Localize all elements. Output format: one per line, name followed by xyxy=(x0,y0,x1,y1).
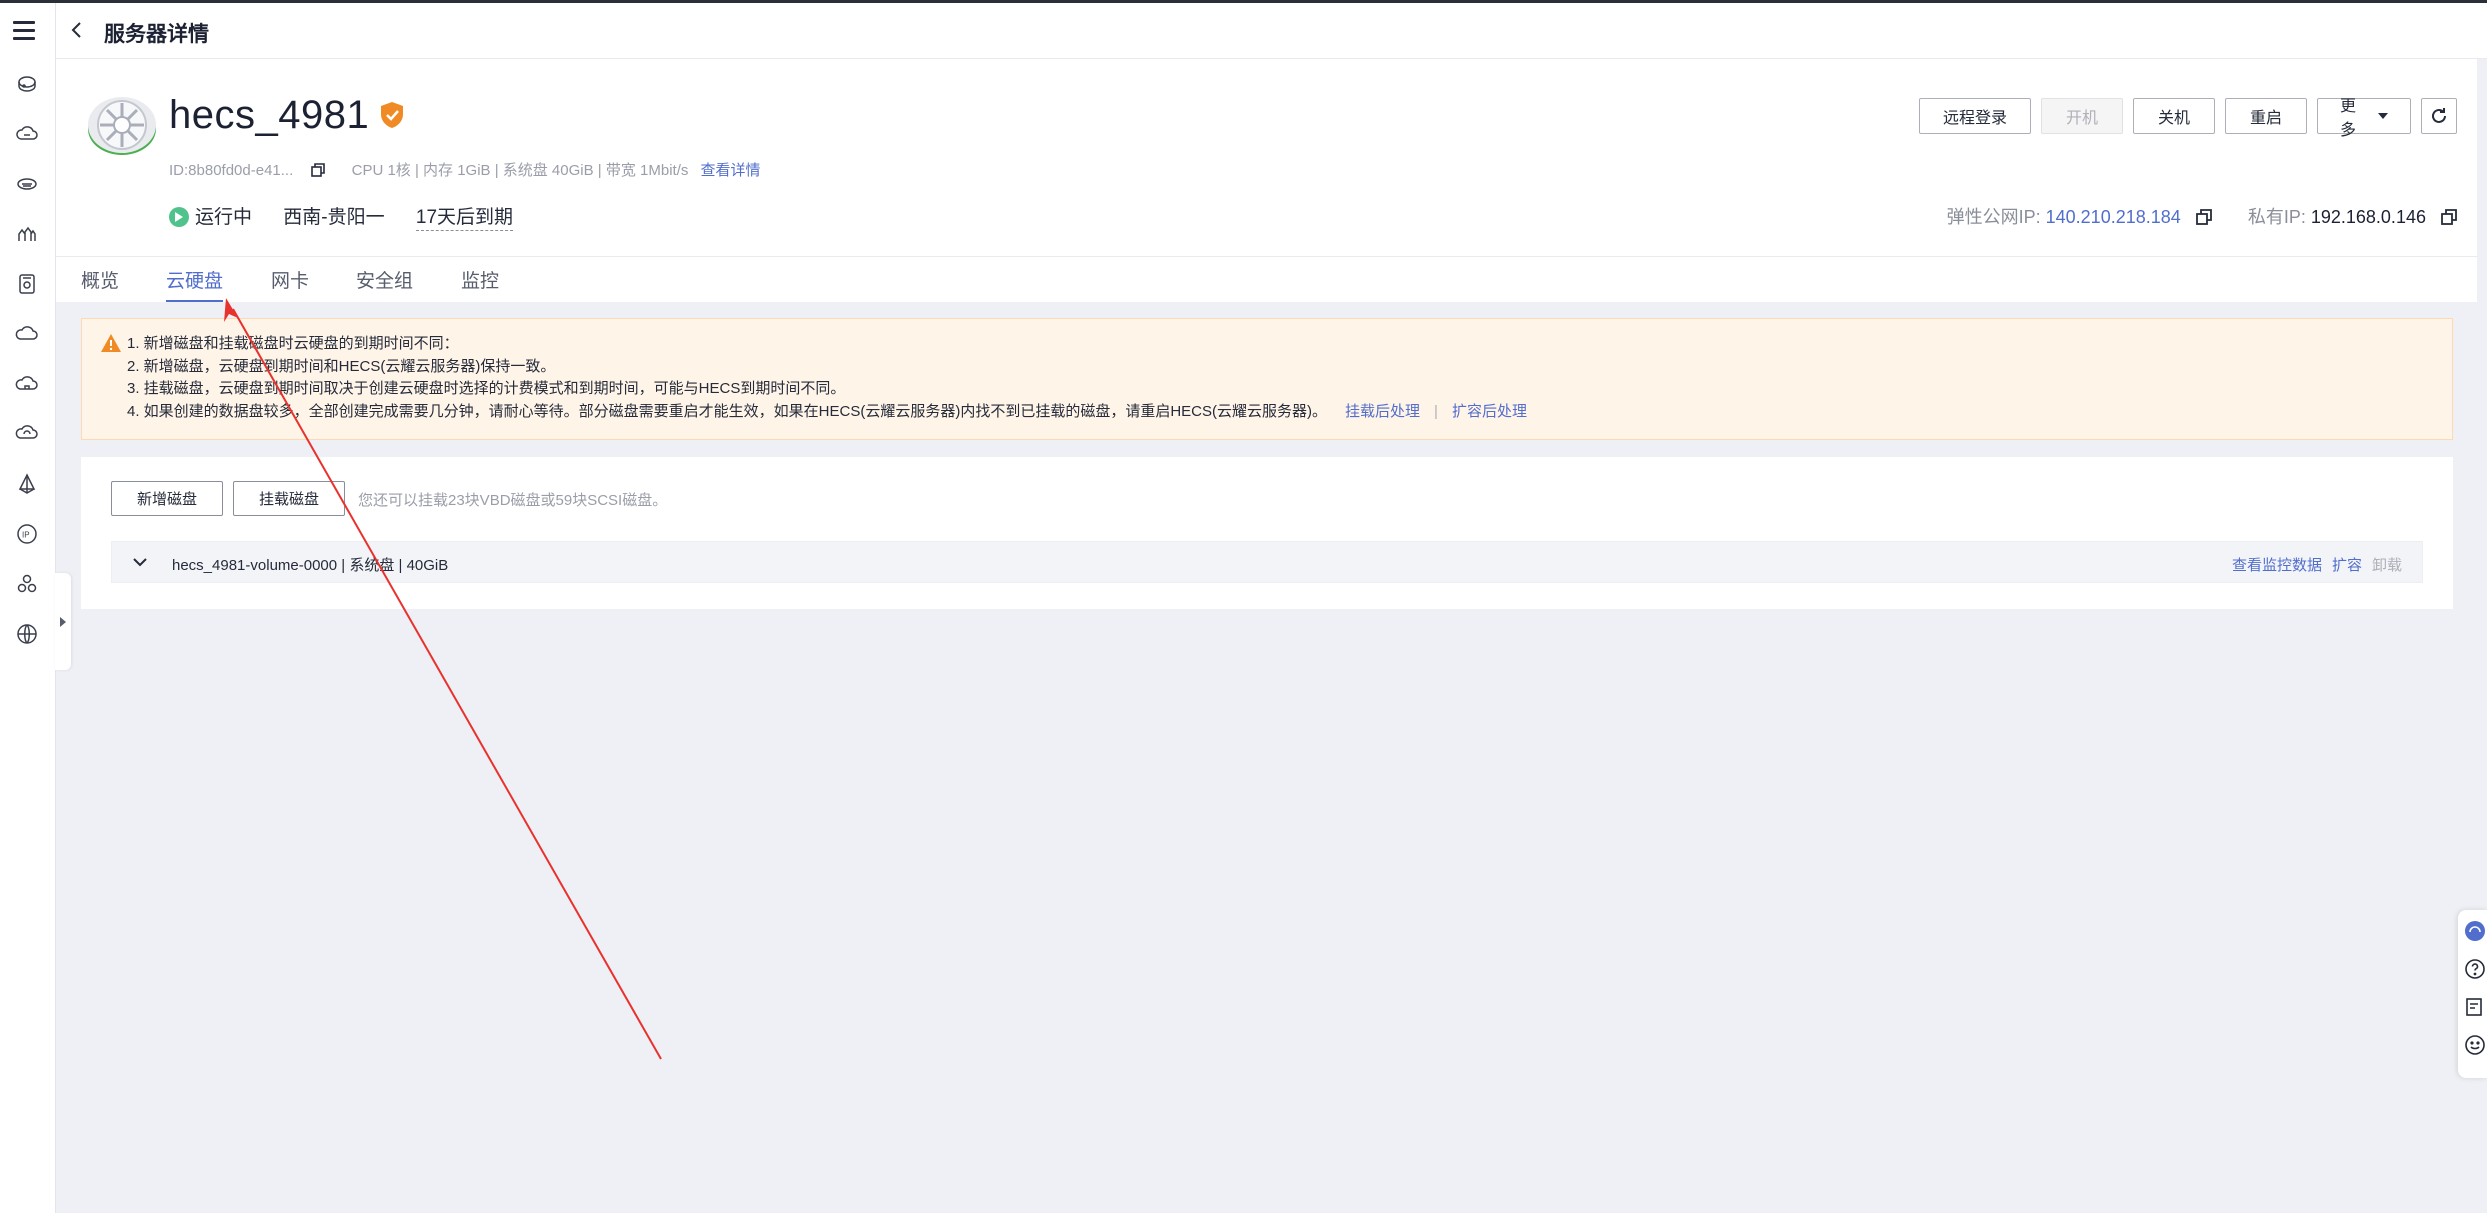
after-mount-link[interactable]: 挂载后处理 xyxy=(1345,403,1420,420)
link-separator: | xyxy=(1434,402,1438,420)
tab-overview[interactable]: 概览 xyxy=(81,266,119,300)
copy-icon[interactable] xyxy=(311,163,326,177)
ip-info: 弹性公网IP: 140.210.218.184 私有IP: 192.168.0.… xyxy=(1947,203,2457,229)
running-status-icon xyxy=(169,207,189,227)
notice-line: 1. 新增磁盘和挂载磁盘时云硬盘的到期时间不同： xyxy=(127,335,459,352)
public-ip-value[interactable]: 140.210.218.184 xyxy=(2046,207,2181,227)
server-id: ID:8b80fd0d-e41... xyxy=(169,162,294,179)
page-header: 服务器详情 xyxy=(56,3,2487,59)
view-details-link[interactable]: 查看详情 xyxy=(701,162,761,179)
cluster-icon[interactable] xyxy=(14,221,40,247)
copy-private-ip-icon[interactable] xyxy=(2441,209,2457,225)
restart-button[interactable]: 重启 xyxy=(2225,98,2307,134)
disk-row-actions: 查看监控数据 扩容 卸载 xyxy=(2222,554,2402,575)
refresh-button[interactable] xyxy=(2421,98,2457,134)
notice-line-with-links: 4. 如果创建的数据盘较多，全部创建完成需要几分钟，请耐心等待。部分磁盘需要重启… xyxy=(127,401,1527,424)
smile-icon[interactable] xyxy=(2464,1034,2486,1056)
detail-tabs: 概览 云硬盘 网卡 安全组 监控 xyxy=(56,256,2477,302)
customer-service-icon[interactable] xyxy=(2464,920,2486,942)
disk-notice-banner: 1. 新增磁盘和挂载磁盘时云硬盘的到期时间不同： 2. 新增磁盘，云硬盘到期时间… xyxy=(81,318,2453,440)
caret-down-icon xyxy=(2378,113,2388,119)
cloud-outline-icon[interactable] xyxy=(14,321,40,347)
left-nav-rail: IP xyxy=(0,3,56,1213)
notice-line: 3. 挂载磁盘，云硬盘到期时间取决于创建云硬盘时选择的计费模式和到期时间，可能与… xyxy=(127,380,846,397)
status-text: 运行中 xyxy=(195,207,253,228)
chevron-down-icon[interactable] xyxy=(132,554,148,570)
server-logo-icon xyxy=(86,89,158,157)
cloud-home-icon[interactable] xyxy=(14,371,40,397)
server-specs: CPU 1核 | 内存 1GiB | 系统盘 40GiB | 带宽 1Mbit/… xyxy=(351,162,689,179)
region-text: 西南-贵阳一 xyxy=(283,207,385,228)
disk-row[interactable]: hecs_4981-volume-0000 | 系统盘 | 40GiB 查看监控… xyxy=(111,541,2423,583)
storage-icon[interactable] xyxy=(14,271,40,297)
chevron-left-icon[interactable] xyxy=(68,19,88,43)
cloud-icon[interactable] xyxy=(14,121,40,147)
more-dropdown[interactable]: 更多 xyxy=(2317,98,2411,139)
svg-text:IP: IP xyxy=(22,531,30,540)
private-ip-value: 192.168.0.146 xyxy=(2310,207,2426,227)
attach-hint: 您还可以挂载23块VBD磁盘或59块SCSI磁盘。 xyxy=(358,492,668,509)
notice-text: 1. 新增磁盘和挂载磁盘时云硬盘的到期时间不同： 2. 新增磁盘，云硬盘到期时间… xyxy=(127,333,1527,423)
after-expand-link[interactable]: 扩容后处理 xyxy=(1452,403,1527,420)
refresh-icon xyxy=(2432,108,2446,123)
database-icon[interactable] xyxy=(14,171,40,197)
view-monitoring-link[interactable]: 查看监控数据 xyxy=(2232,557,2322,574)
floating-toolbar xyxy=(2458,910,2487,1078)
tab-security-group[interactable]: 安全组 xyxy=(356,266,413,300)
feedback-icon[interactable] xyxy=(2464,996,2486,1018)
cloud-server-icon[interactable] xyxy=(14,71,40,97)
disk-name: hecs_4981-volume-0000 | 系统盘 | 40GiB xyxy=(172,557,449,574)
warning-icon xyxy=(100,333,122,353)
notice-line: 2. 新增磁盘，云硬盘到期时间和HECS(云耀云服务器)保持一致。 xyxy=(127,357,556,375)
power-on-button[interactable]: 开机 xyxy=(2041,98,2123,134)
copy-public-ip-icon[interactable] xyxy=(2195,209,2212,225)
ip-icon[interactable]: IP xyxy=(14,521,40,547)
detach-link[interactable]: 卸载 xyxy=(2372,557,2402,574)
deploy-icon[interactable] xyxy=(14,471,40,497)
server-meta-line: ID:8b80fd0d-e41... CPU 1核 | 内存 1GiB | 系统… xyxy=(169,159,761,180)
action-toolbar: 远程登录 开机 关机 重启 更多 xyxy=(1919,98,2457,139)
expiry-text[interactable]: 17天后到期 xyxy=(415,207,514,231)
help-icon[interactable] xyxy=(2464,958,2486,980)
public-ip-label: 弹性公网IP: xyxy=(1946,207,2041,227)
server-summary-card: hecs_4981 ID:8b80fd0d-e41... CPU 1核 | 内存… xyxy=(56,59,2477,256)
private-ip-label: 私有IP: xyxy=(2247,207,2306,227)
tab-monitoring[interactable]: 监控 xyxy=(461,266,499,300)
expand-link[interactable]: 扩容 xyxy=(2332,557,2362,574)
add-disk-button[interactable]: 新增磁盘 xyxy=(111,481,223,516)
server-name: hecs_4981 xyxy=(169,93,370,137)
shutdown-button[interactable]: 关机 xyxy=(2133,98,2215,134)
rail-expand-handle[interactable] xyxy=(55,573,71,670)
hamburger-menu-icon[interactable] xyxy=(11,19,39,43)
attach-disk-button[interactable]: 挂载磁盘 xyxy=(233,481,345,516)
notice-line: 4. 如果创建的数据盘较多，全部创建完成需要几分钟，请耐心等待。部分磁盘需要重启… xyxy=(127,402,1328,420)
globe-icon[interactable] xyxy=(14,621,40,647)
page-title: 服务器详情 xyxy=(104,23,209,46)
remote-login-button[interactable]: 远程登录 xyxy=(1919,98,2031,134)
status-row: 运行中 西南-贵阳一 17天后到期 xyxy=(169,202,514,231)
tab-cloud-disk[interactable]: 云硬盘 xyxy=(166,266,224,302)
verified-shield-icon xyxy=(379,101,405,129)
triangle-nodes-icon[interactable] xyxy=(14,571,40,597)
tab-nic[interactable]: 网卡 xyxy=(271,266,309,300)
disk-panel: 新增磁盘 挂载磁盘 您还可以挂载23块VBD磁盘或59块SCSI磁盘。 hecs… xyxy=(81,457,2453,609)
more-label: 更多 xyxy=(2340,98,2357,139)
cloud-sync-icon[interactable] xyxy=(14,421,40,447)
